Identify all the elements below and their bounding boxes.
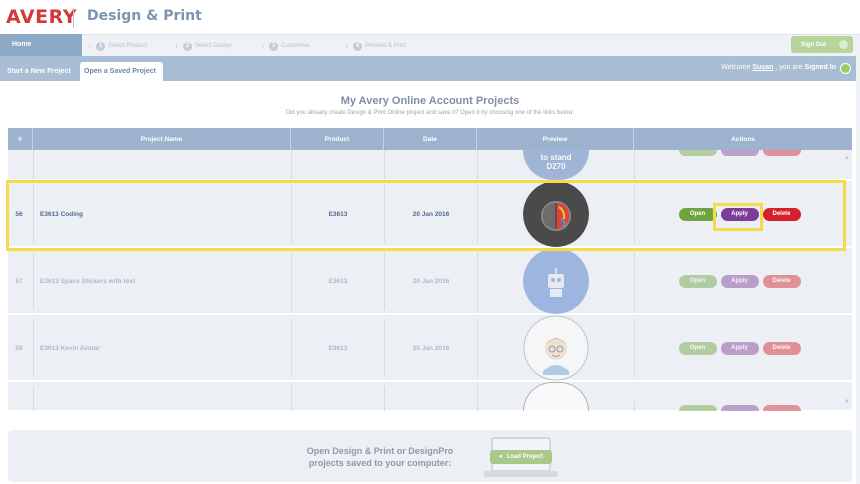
open-button[interactable]: Open	[678, 274, 717, 288]
project-preview-thumbnail[interactable]	[523, 382, 589, 411]
app-title: Design & Print	[87, 8, 202, 24]
step-label: Preview & Print	[365, 43, 407, 49]
apply-button[interactable]: Apply	[720, 274, 759, 288]
tab-open-saved-project[interactable]: Open a Saved Project	[80, 62, 163, 81]
welcome-suffix: , you are	[775, 64, 803, 71]
home-tab[interactable]: Home	[0, 34, 82, 56]
step-number: 1	[96, 41, 105, 51]
cell-preview: to stand D270	[477, 150, 634, 180]
table-row: to stand D270	[8, 150, 852, 180]
load-text-line2: projects saved to your computer:	[308, 458, 452, 468]
projects-table: # Project Name Product Date Preview Acti…	[8, 128, 852, 411]
chevron-right-icon: ›	[88, 41, 91, 51]
avery-logo[interactable]: AVERY	[6, 6, 77, 28]
page-subtitle: Did you already create Design & Print On…	[285, 110, 575, 116]
cell-name: E3613 Kevin Avstar	[33, 319, 291, 377]
project-preview-thumbnail[interactable]	[523, 315, 589, 381]
delete-button[interactable]	[762, 405, 801, 411]
column-header-product: Product	[291, 128, 384, 150]
user-name-link[interactable]: Susan	[752, 64, 773, 71]
step-label: Customise	[281, 43, 310, 49]
apply-highlight-box	[713, 203, 763, 231]
step-number: 3	[269, 41, 278, 51]
load-project-text: Open Design & Print or DesignPro project…	[280, 445, 480, 469]
table-row	[8, 382, 852, 411]
app-header: AVERY Design & Print	[0, 0, 860, 34]
load-project-button[interactable]: ● Load Project	[490, 450, 552, 464]
step-number: 2	[183, 41, 192, 51]
cell-preview	[477, 315, 634, 381]
signed-in-status-icon	[840, 63, 851, 74]
chevron-right-icon: ›	[175, 41, 178, 51]
project-preview-thumbnail[interactable]: to stand D270	[523, 150, 589, 180]
welcome-prefix: Welcome	[721, 64, 751, 71]
cell-number: 57	[15, 277, 23, 285]
delete-button[interactable]: Delete	[762, 274, 801, 288]
tab-start-new-project[interactable]: Start a New Project	[3, 62, 75, 81]
load-text-line1: Open Design & Print or DesignPro	[306, 446, 454, 456]
delete-button[interactable]	[762, 150, 801, 156]
column-header-project-name: Project Name	[33, 128, 291, 150]
step-customise[interactable]: › 3 Customise	[261, 41, 309, 51]
page: AVERY Design & Print Home › 1 Select Pro…	[0, 0, 860, 484]
cell-actions: Open Apply Delete	[634, 252, 844, 310]
cell-product: E3613	[291, 252, 384, 310]
cell-date: 20 Jan 2016	[384, 319, 477, 377]
page-title: My Avery Online Account Projects	[340, 95, 520, 107]
cell-date	[384, 150, 477, 180]
chevron-right-icon: ›	[345, 41, 348, 51]
cell-product	[291, 150, 384, 180]
cell-number: 58	[15, 344, 23, 352]
cell-actions: Open Apply Delete	[634, 319, 844, 377]
step-select-product[interactable]: › 1 Select Product	[88, 41, 147, 51]
column-header-date: Date	[384, 128, 477, 150]
scroll-up-arrow-icon[interactable]: ▲	[844, 155, 850, 161]
cell-actions	[634, 402, 844, 411]
apply-button[interactable]: Apply	[720, 341, 759, 355]
column-header-number: #	[8, 128, 33, 150]
cell-preview	[477, 382, 634, 411]
welcome-message: Welcome Susan , you are Signed In	[721, 64, 836, 71]
step-preview-print[interactable]: › 4 Preview & Print	[345, 41, 406, 51]
cell-product	[291, 386, 384, 411]
project-preview-thumbnail[interactable]	[523, 248, 589, 314]
power-icon	[839, 40, 848, 49]
step-number: 4	[353, 41, 362, 51]
signed-in-status: Signed In	[804, 64, 837, 71]
cell-preview	[477, 248, 634, 314]
open-button[interactable]: Open	[678, 341, 717, 355]
page-scrollbar[interactable]	[856, 56, 860, 484]
cell-date: 20 Jan 2016	[384, 252, 477, 310]
apply-button[interactable]	[720, 405, 759, 411]
cell-name	[33, 150, 291, 180]
cell-name	[33, 386, 291, 411]
cell-name: E3613 Space Stickers with text	[33, 252, 291, 310]
cell-date	[384, 386, 477, 411]
table-header: # Project Name Product Date Preview Acti…	[8, 128, 852, 150]
open-button[interactable]	[678, 405, 717, 411]
sign-out-label: Sign Out	[801, 41, 826, 48]
logo-divider	[73, 8, 74, 28]
load-project-label: Load Project	[506, 454, 543, 460]
step-label: Select Design	[195, 43, 233, 49]
chevron-right-icon: ›	[261, 41, 264, 51]
table-row[interactable]: 57 E3613 Space Stickers with text E3613 …	[8, 248, 852, 314]
open-button[interactable]	[678, 150, 717, 156]
table-row[interactable]: 58 E3613 Kevin Avstar E3613 20 Jan 2016	[8, 315, 852, 381]
step-select-design[interactable]: › 2 Select Design	[175, 41, 232, 51]
apply-button[interactable]	[720, 150, 759, 156]
cell-actions	[634, 150, 844, 180]
column-header-actions: Actions	[731, 135, 755, 143]
column-header-preview: Preview	[477, 128, 634, 150]
sign-out-button[interactable]: Sign Out	[791, 36, 853, 53]
scroll-down-arrow-icon[interactable]: ▼	[844, 399, 850, 405]
cell-product: E3613	[291, 319, 384, 377]
step-label: Select Product	[108, 43, 148, 49]
upload-icon: ●	[499, 454, 503, 460]
delete-button[interactable]: Delete	[762, 341, 801, 355]
